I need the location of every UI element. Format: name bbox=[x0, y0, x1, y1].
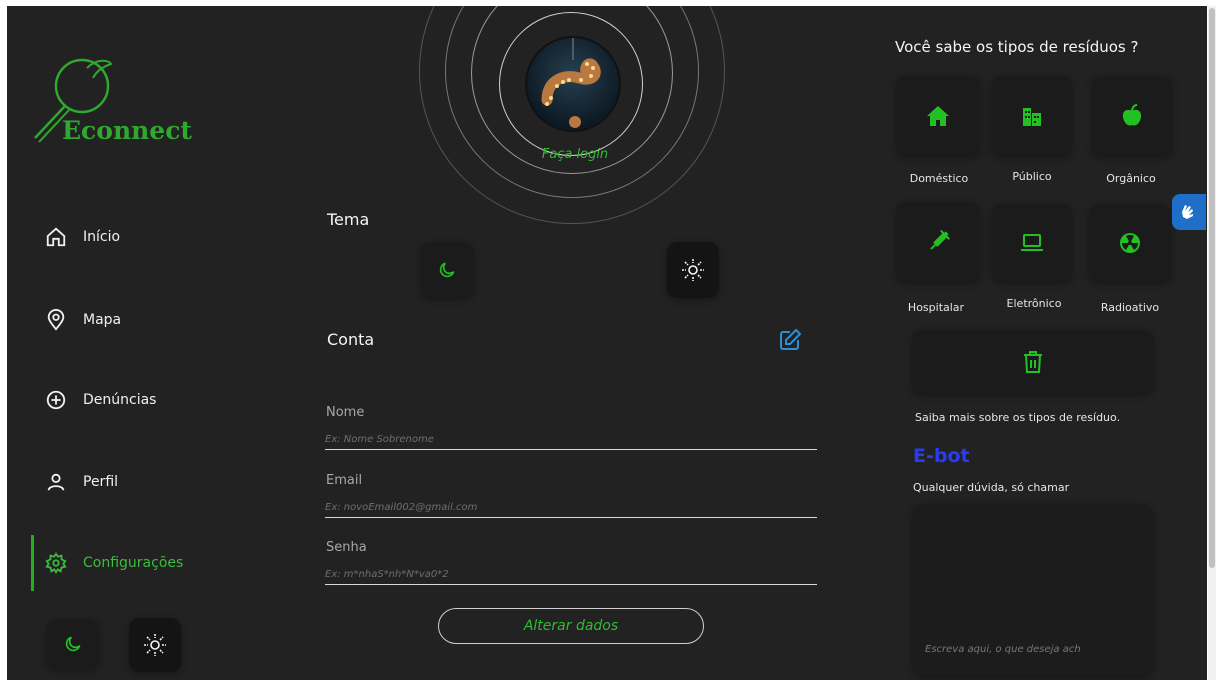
waste-tile-eletronico[interactable] bbox=[992, 204, 1072, 282]
moon-icon bbox=[65, 636, 81, 652]
nav-label: Perfil bbox=[83, 474, 119, 490]
nav-item-denuncias[interactable]: Denúncias bbox=[45, 380, 156, 420]
name-label: Nome bbox=[326, 405, 365, 420]
password-underline bbox=[325, 584, 817, 585]
nav-label: Configurações bbox=[83, 555, 184, 571]
avatar[interactable] bbox=[525, 36, 621, 132]
waste-tile-hospitalar[interactable] bbox=[896, 202, 980, 282]
nav-label: Mapa bbox=[83, 312, 122, 328]
waste-label-radioativo: Radioativo bbox=[1100, 301, 1160, 314]
account-title: Conta bbox=[327, 330, 375, 349]
chat-input[interactable] bbox=[925, 640, 1147, 658]
waste-label-organico: Orgânico bbox=[1106, 172, 1156, 185]
ebot-title: E-bot bbox=[913, 445, 970, 467]
plus-circle-icon bbox=[46, 390, 66, 410]
sun-icon bbox=[144, 634, 166, 656]
moon-icon bbox=[439, 262, 455, 278]
waste-label-domestico: Doméstico bbox=[909, 172, 969, 185]
nav-item-perfil[interactable]: Perfil bbox=[45, 462, 118, 502]
home-icon bbox=[46, 227, 66, 247]
nav-item-configuracoes[interactable]: Configurações bbox=[45, 543, 183, 583]
brand-name: Econnect bbox=[62, 116, 192, 145]
password-input[interactable] bbox=[325, 565, 815, 583]
nav-label: Início bbox=[83, 229, 121, 245]
dark-theme-button[interactable] bbox=[421, 242, 473, 298]
app-window: Econnect Início Mapa Denúncias Perfil Co… bbox=[7, 6, 1207, 680]
theme-title: Tema bbox=[327, 210, 370, 229]
laptop-icon bbox=[1021, 234, 1043, 251]
name-input[interactable] bbox=[325, 430, 815, 448]
name-underline bbox=[325, 449, 817, 450]
nav-item-inicio[interactable]: Início bbox=[45, 217, 120, 257]
nav-item-mapa[interactable]: Mapa bbox=[45, 300, 121, 340]
syringe-icon bbox=[930, 229, 951, 250]
logo[interactable]: Econnect bbox=[27, 46, 197, 156]
gear-icon bbox=[45, 552, 67, 574]
waste-types-title: Você sabe os tipos de resíduos ? bbox=[895, 38, 1139, 56]
light-theme-button[interactable] bbox=[667, 242, 719, 298]
waste-tile-domestico[interactable] bbox=[896, 76, 980, 156]
sun-icon bbox=[682, 259, 704, 281]
waste-more-tile[interactable] bbox=[912, 330, 1153, 394]
waste-label-hospitalar: Hospitalar bbox=[907, 301, 965, 314]
house-icon bbox=[927, 106, 949, 126]
sidebar-light-theme-button[interactable] bbox=[129, 618, 181, 672]
scrollbar-thumb[interactable] bbox=[1209, 8, 1215, 568]
login-link[interactable]: Faça login bbox=[535, 147, 615, 162]
apple-icon bbox=[1122, 104, 1142, 126]
sidebar-dark-theme-button[interactable] bbox=[47, 619, 99, 669]
buildings-icon bbox=[1023, 108, 1041, 126]
sign-language-hands-icon bbox=[1182, 205, 1193, 219]
accessibility-widget-button[interactable] bbox=[1172, 194, 1206, 230]
trash-icon bbox=[1023, 351, 1042, 373]
waste-label-publico: Público bbox=[1012, 170, 1052, 183]
waste-label-eletronico: Eletrônico bbox=[1006, 297, 1062, 310]
waste-more-text[interactable]: Saiba mais sobre os tipos de resíduo. bbox=[915, 411, 1120, 424]
avatar-question-mark-lights-image bbox=[541, 38, 601, 128]
email-label: Email bbox=[326, 473, 363, 488]
map-pin-icon bbox=[47, 309, 65, 331]
waste-tile-radioativo[interactable] bbox=[1089, 204, 1171, 282]
password-label: Senha bbox=[326, 540, 367, 555]
waste-tile-publico[interactable] bbox=[992, 76, 1072, 156]
alter-data-button[interactable]: Alterar dados bbox=[438, 608, 704, 644]
user-icon bbox=[47, 473, 65, 491]
edit-icon[interactable] bbox=[778, 328, 802, 352]
email-underline bbox=[325, 517, 817, 518]
nav-label: Denúncias bbox=[83, 392, 157, 408]
email-input[interactable] bbox=[325, 498, 815, 516]
radiation-icon bbox=[1120, 233, 1140, 253]
waste-tile-organico[interactable] bbox=[1092, 76, 1172, 156]
nav-active-indicator bbox=[31, 535, 34, 591]
ebot-subtitle: Qualquer dúvida, só chamar bbox=[913, 481, 1070, 494]
